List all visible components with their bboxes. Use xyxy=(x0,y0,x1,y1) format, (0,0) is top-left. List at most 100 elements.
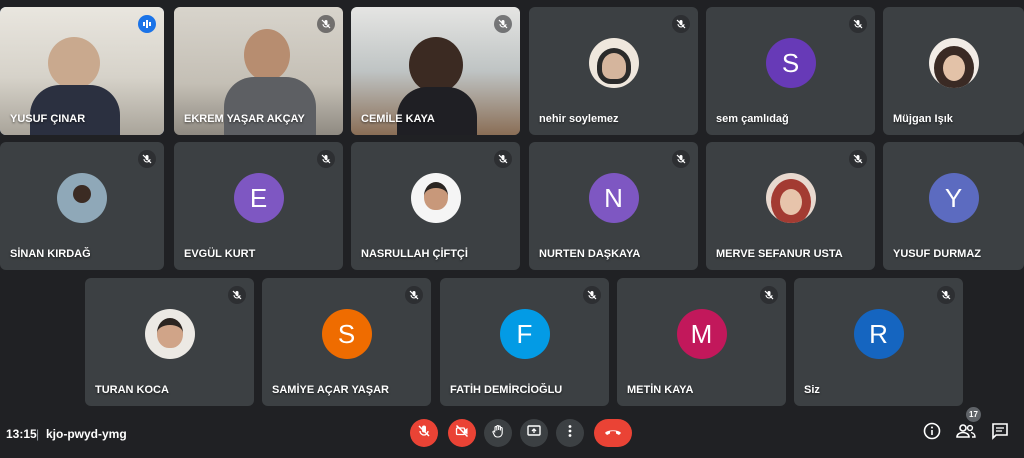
mic-toggle-button[interactable] xyxy=(410,419,438,447)
mic-off-icon xyxy=(849,15,867,33)
participant-name: SİNAN KIRDAĞ xyxy=(10,248,91,260)
camera-off-icon xyxy=(455,424,469,443)
participant-tile[interactable]: EKREM YAŞAR AKÇAY xyxy=(174,7,343,135)
avatar-initial: M xyxy=(690,318,713,349)
participant-name: Siz xyxy=(804,384,820,396)
mic-off-icon xyxy=(583,286,601,304)
participant-name: EKREM YAŞAR AKÇAY xyxy=(184,113,305,125)
avatar-initial: F xyxy=(516,318,533,349)
avatar: Y xyxy=(928,173,979,223)
mic-off-icon xyxy=(937,286,955,304)
avatar-initial: N xyxy=(604,182,623,213)
present-screen-icon xyxy=(527,424,541,443)
participant-tile[interactable]: M METİN KAYA xyxy=(617,278,786,406)
mic-off-icon xyxy=(494,150,512,168)
mic-off-icon xyxy=(228,286,246,304)
participant-tile[interactable]: TURAN KOCA xyxy=(85,278,254,406)
chat-button[interactable] xyxy=(989,422,1011,444)
raise-hand-button[interactable] xyxy=(484,419,512,447)
participant-tile[interactable]: S sem çamlıdağ xyxy=(706,7,875,135)
participant-name: YUSUF ÇINAR xyxy=(10,113,86,125)
mic-off-icon xyxy=(672,15,690,33)
raise-hand-icon xyxy=(491,424,505,443)
separator: | xyxy=(36,427,40,441)
mic-off-icon xyxy=(494,15,512,33)
avatar-initial: R xyxy=(869,318,888,349)
avatar: N xyxy=(588,173,639,223)
avatar-initial: Y xyxy=(944,182,963,213)
present-screen-button[interactable] xyxy=(520,419,548,447)
bottom-bar: 13:15 | kjo-pwyd-ymg xyxy=(0,408,1024,458)
person-silhouette xyxy=(244,29,290,81)
person-body xyxy=(397,87,477,135)
mic-off-icon xyxy=(405,286,423,304)
participant-tile[interactable]: Müjgan Işık xyxy=(883,7,1024,135)
participant-tile[interactable]: F FATİH DEMİRCİOĞLU xyxy=(440,278,609,406)
avatar-initial: S xyxy=(781,47,800,78)
person-body xyxy=(224,77,316,135)
mic-off-icon xyxy=(138,150,156,168)
participant-name: FATİH DEMİRCİOĞLU xyxy=(450,384,563,396)
people-button[interactable] xyxy=(955,422,977,444)
avatar xyxy=(144,309,195,359)
people-icon xyxy=(956,423,976,444)
person-body xyxy=(30,85,120,135)
participant-tile[interactable]: MERVE SEFANUR USTA xyxy=(706,142,875,270)
participant-tile[interactable]: YUSUF ÇINAR xyxy=(0,7,164,135)
participant-name: SAMİYE AÇAR YAŞAR xyxy=(272,384,389,396)
chat-icon xyxy=(991,422,1009,445)
participant-tile[interactable]: NASRULLAH ÇİFTÇİ xyxy=(351,142,520,270)
participant-name: Müjgan Işık xyxy=(893,113,953,125)
participant-name: NASRULLAH ÇİFTÇİ xyxy=(361,248,468,260)
participant-name: TURAN KOCA xyxy=(95,384,169,396)
person-silhouette xyxy=(48,37,100,89)
avatar: M xyxy=(676,309,727,359)
leave-call-button[interactable] xyxy=(594,419,632,447)
participant-count-badge: 17 xyxy=(966,407,981,422)
avatar xyxy=(765,173,816,223)
mic-off-icon xyxy=(317,150,335,168)
person-silhouette xyxy=(409,37,463,93)
participant-name: NURTEN DAŞKAYA xyxy=(539,248,641,260)
participant-tile[interactable]: Y YUSUF DURMAZ xyxy=(883,142,1024,270)
more-options-button[interactable] xyxy=(556,419,584,447)
meeting-code: kjo-pwyd-ymg xyxy=(46,427,127,441)
mic-off-icon xyxy=(417,424,431,443)
participant-name: sem çamlıdağ xyxy=(716,113,789,125)
avatar-initial: E xyxy=(249,182,268,213)
participant-name: MERVE SEFANUR USTA xyxy=(716,248,843,260)
participant-tile[interactable]: nehir soylemez xyxy=(529,7,698,135)
participant-tile[interactable]: N NURTEN DAŞKAYA xyxy=(529,142,698,270)
participant-name: CEMİLE KAYA xyxy=(361,113,435,125)
participant-tile[interactable]: E EVGÜL KURT xyxy=(174,142,343,270)
avatar xyxy=(588,38,639,88)
avatar: S xyxy=(765,38,816,88)
participant-tile[interactable]: SİNAN KIRDAĞ xyxy=(0,142,164,270)
speaking-indicator-icon xyxy=(138,15,156,33)
camera-toggle-button[interactable] xyxy=(448,419,476,447)
avatar: F xyxy=(499,309,550,359)
avatar xyxy=(410,173,461,223)
mic-off-icon xyxy=(672,150,690,168)
avatar: E xyxy=(233,173,284,223)
participant-tile[interactable]: CEMİLE KAYA xyxy=(351,7,520,135)
mic-off-icon xyxy=(760,286,778,304)
avatar-initial: S xyxy=(337,318,356,349)
clock-time: 13:15 xyxy=(6,427,37,441)
avatar: R xyxy=(853,309,904,359)
participant-tile-self[interactable]: R Siz xyxy=(794,278,963,406)
participant-tile[interactable]: S SAMİYE AÇAR YAŞAR xyxy=(262,278,431,406)
participant-name: METİN KAYA xyxy=(627,384,694,396)
mic-off-icon xyxy=(849,150,867,168)
participant-name: EVGÜL KURT xyxy=(184,248,256,260)
avatar xyxy=(928,38,979,88)
more-options-icon xyxy=(568,424,572,443)
participant-name: nehir soylemez xyxy=(539,113,619,125)
end-call-icon xyxy=(604,424,622,442)
meeting-details-button[interactable] xyxy=(921,422,943,444)
participant-name: YUSUF DURMAZ xyxy=(893,248,981,260)
mic-off-icon xyxy=(317,15,335,33)
avatar: S xyxy=(321,309,372,359)
avatar xyxy=(57,173,107,223)
info-icon xyxy=(923,422,941,445)
